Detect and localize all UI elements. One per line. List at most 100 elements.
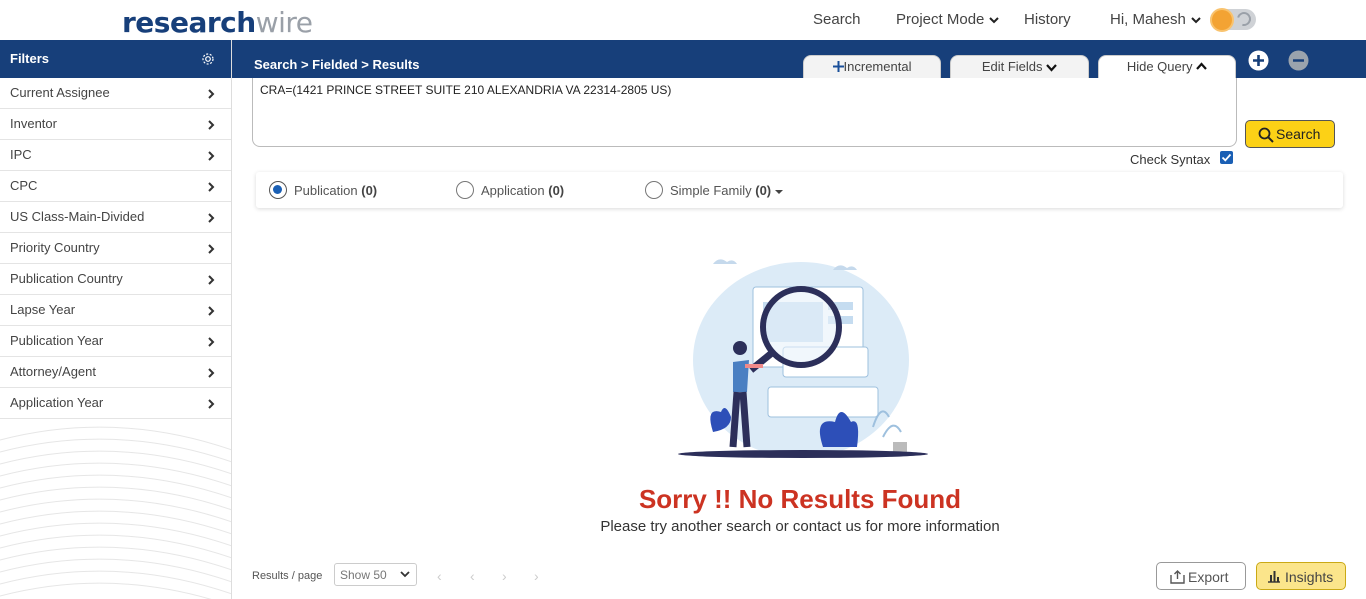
no-results-title: Sorry !! No Results Found	[638, 484, 962, 514]
filter-priority-country[interactable]: Priority Country	[0, 233, 231, 264]
check-syntax-label: Check Syntax	[1130, 152, 1211, 167]
first-page-icon[interactable]: ‹	[437, 568, 442, 584]
filter-current-assignee[interactable]: Current Assignee	[0, 78, 231, 109]
plus-icon	[832, 61, 844, 72]
chevron-right-icon	[208, 89, 215, 99]
radio-publication[interactable]	[269, 181, 287, 199]
next-page-icon[interactable]: ›	[502, 568, 507, 584]
top-header: researchwire Search Project Mode History…	[0, 0, 1366, 40]
chevron-down-icon	[1046, 64, 1057, 72]
nav-search-link[interactable]: Search	[813, 11, 861, 28]
bar-chart-icon	[1268, 571, 1280, 583]
chevron-down-icon	[1191, 17, 1201, 24]
chevron-right-icon	[208, 306, 215, 316]
check-syntax-checkbox[interactable]	[1220, 151, 1233, 164]
result-tab-simple-family[interactable]: Simple Family (0)	[670, 183, 783, 198]
filter-inventor[interactable]: Inventor	[0, 109, 231, 140]
chevron-right-icon	[208, 368, 215, 378]
tab-hide-query-label: Hide Query	[1126, 59, 1193, 74]
insights-label: Insights	[1285, 569, 1334, 585]
breadcrumb: Search > Fielded > Results	[254, 57, 420, 72]
filter-publication-country[interactable]: Publication Country	[0, 264, 231, 295]
sun-icon	[1212, 10, 1232, 30]
result-tab-count: (0)	[361, 183, 378, 198]
result-tab-label: Application	[481, 183, 545, 198]
user-menu[interactable]: Hi, Mahesh	[1110, 11, 1202, 28]
prev-page-icon[interactable]: ‹	[470, 568, 475, 584]
chevron-right-icon	[208, 244, 215, 254]
chevron-up-icon	[1196, 62, 1208, 70]
chevron-right-icon	[208, 275, 215, 285]
filters-sidebar: Filters Current Assignee Inventor IPC CP…	[0, 40, 232, 599]
filter-label: Lapse Year	[10, 302, 76, 317]
tab-hide-query[interactable]: Hide Query	[1098, 55, 1236, 78]
chevron-right-icon	[208, 182, 215, 192]
result-tab-application[interactable]: Application (0)	[481, 183, 564, 198]
user-greeting: Hi, Mahesh	[1110, 11, 1186, 28]
result-tab-publication[interactable]: Publication (0)	[294, 183, 377, 198]
filter-lapse-year[interactable]: Lapse Year	[0, 295, 231, 326]
filter-publication-year[interactable]: Publication Year	[0, 326, 231, 357]
filter-label: US Class-Main-Divided	[10, 209, 145, 224]
remove-query-icon[interactable]	[1288, 50, 1309, 71]
filter-application-year[interactable]: Application Year	[0, 388, 231, 419]
filter-cpc[interactable]: CPC	[0, 171, 231, 202]
nav-history-link[interactable]: History	[1024, 11, 1071, 28]
filter-label: IPC	[10, 147, 32, 162]
chevron-down-icon	[989, 17, 1000, 24]
theme-toggle[interactable]	[1210, 9, 1256, 30]
page-size-value: Show 50	[340, 568, 387, 582]
filter-ipc[interactable]: IPC	[0, 140, 231, 171]
search-button-label: Search	[1276, 126, 1321, 142]
result-type-tabs: Publication (0) Application (0) Simple F…	[256, 172, 1343, 208]
gear-icon[interactable]	[201, 52, 215, 66]
filter-label: Application Year	[10, 395, 104, 410]
query-textarea[interactable]: CRA=(1421 PRINCE STREET SUITE 210 ALEXAN…	[252, 78, 1237, 147]
tab-edit-fields[interactable]: Edit Fields	[950, 55, 1089, 78]
filter-attorney-agent[interactable]: Attorney/Agent	[0, 357, 231, 388]
last-page-icon[interactable]: ›	[534, 568, 539, 584]
add-query-icon[interactable]	[1248, 50, 1269, 71]
nav-project-mode[interactable]: Project Mode	[896, 11, 1000, 28]
search-illustration-image	[678, 259, 928, 458]
result-tab-count: (0)	[548, 183, 565, 198]
radio-simple-family[interactable]	[645, 181, 663, 199]
chevron-right-icon	[208, 399, 215, 409]
moon-icon	[1234, 9, 1254, 29]
filter-label: CPC	[10, 178, 38, 193]
filter-us-class[interactable]: US Class-Main-Divided	[0, 202, 231, 233]
filter-label: Inventor	[10, 116, 57, 131]
caret-down-icon	[774, 190, 783, 194]
filter-label: Priority Country	[10, 240, 100, 255]
result-tab-label: Publication	[294, 183, 358, 198]
radio-application[interactable]	[456, 181, 474, 199]
chevron-right-icon	[208, 120, 215, 130]
search-icon	[1258, 127, 1274, 143]
filter-label: Publication Country	[10, 271, 123, 286]
filters-header: Filters	[0, 40, 231, 78]
result-tab-count: (0)	[755, 183, 772, 198]
tab-incremental[interactable]: Incremental	[803, 55, 941, 78]
search-button[interactable]: Search	[1245, 120, 1335, 148]
chevron-right-icon	[208, 213, 215, 223]
result-tab-label: Simple Family	[670, 183, 752, 198]
filter-label: Current Assignee	[10, 85, 110, 100]
app-logo[interactable]: researchwire	[122, 6, 313, 39]
insights-button[interactable]: Insights	[1256, 562, 1346, 590]
tab-incremental-label: Incremental	[843, 59, 912, 74]
check-icon	[1221, 153, 1232, 162]
results-per-page-label: Results / page	[252, 570, 323, 582]
export-button[interactable]: Export	[1156, 562, 1246, 590]
page-size-select[interactable]: Show 50	[334, 563, 417, 586]
export-icon	[1170, 570, 1185, 584]
chevron-down-icon	[400, 571, 410, 578]
filter-label: Publication Year	[10, 333, 104, 348]
chevron-right-icon	[208, 151, 215, 161]
chevron-right-icon	[208, 337, 215, 347]
filter-label: Attorney/Agent	[10, 364, 96, 379]
filters-title: Filters	[10, 51, 50, 66]
export-label: Export	[1188, 569, 1229, 585]
nav-project-mode-label: Project Mode	[896, 11, 985, 28]
tab-edit-fields-label: Edit Fields	[981, 59, 1043, 74]
no-results-illustration	[633, 242, 966, 482]
